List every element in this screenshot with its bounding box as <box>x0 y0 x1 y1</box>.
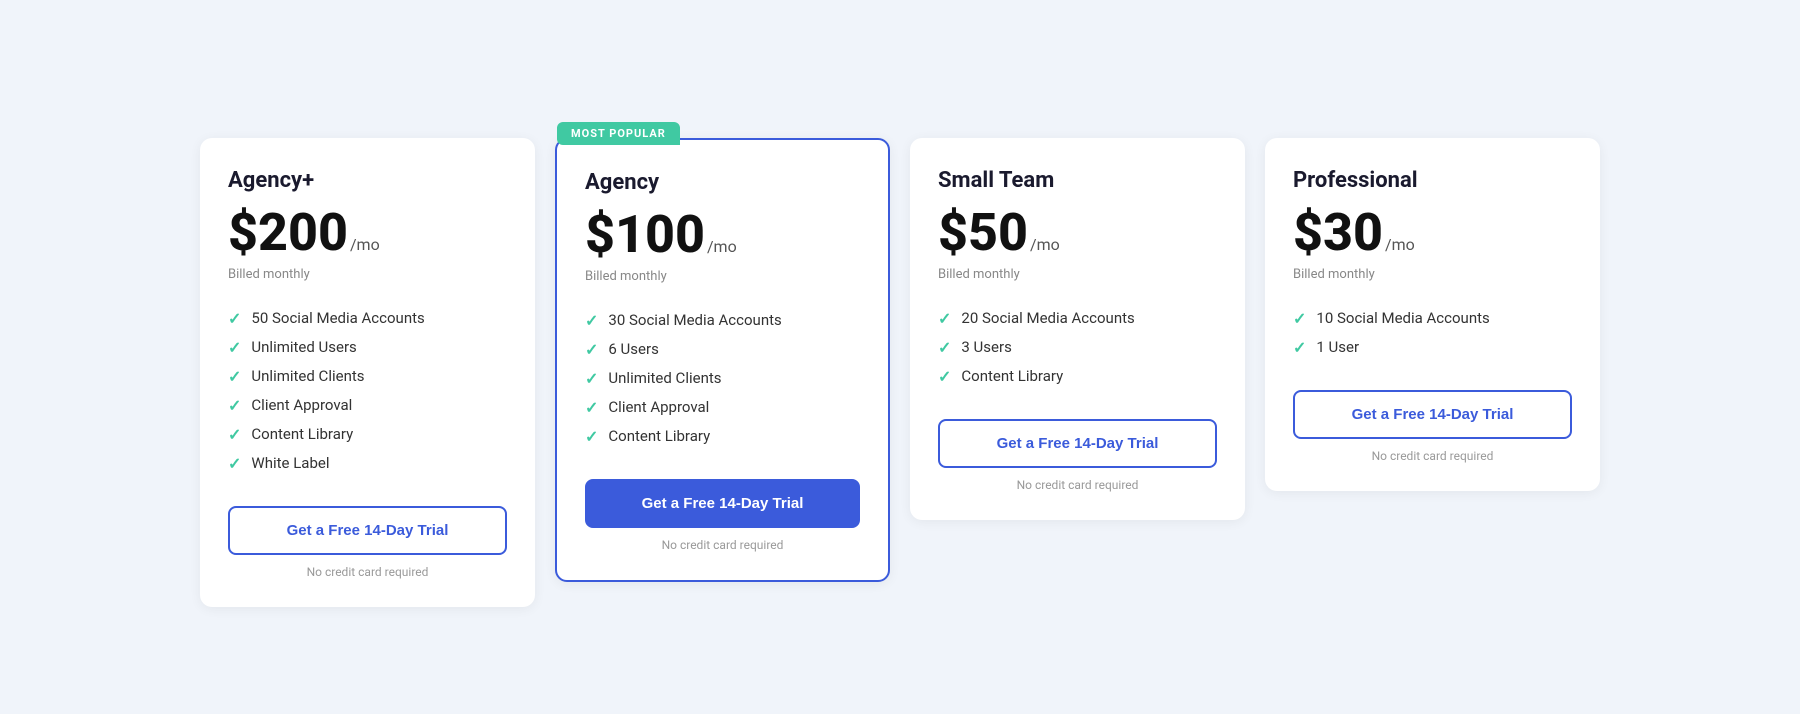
price-per: /mo <box>350 235 380 254</box>
plan-card-small-team: Small Team $50 /mo Billed monthly ✓ 20 S… <box>910 138 1245 520</box>
check-icon: ✓ <box>585 311 598 330</box>
check-icon: ✓ <box>938 309 951 328</box>
no-cc-text: No credit card required <box>585 538 860 552</box>
trial-button[interactable]: Get a Free 14-Day Trial <box>585 479 860 528</box>
no-cc-text: No credit card required <box>228 565 507 579</box>
billed-note: Billed monthly <box>938 267 1217 282</box>
check-icon: ✓ <box>228 425 241 444</box>
plan-name: Professional <box>1293 168 1572 193</box>
plan-card-professional: Professional $30 /mo Billed monthly ✓ 10… <box>1265 138 1600 491</box>
plan-name: Agency+ <box>228 168 507 193</box>
feature-text: 50 Social Media Accounts <box>251 309 424 327</box>
feature-text: 1 User <box>1316 338 1359 356</box>
price-row: $50 /mo <box>938 207 1217 259</box>
trial-button[interactable]: Get a Free 14-Day Trial <box>938 419 1217 468</box>
feature-text: White Label <box>251 454 329 472</box>
price-amount: $50 <box>938 207 1028 259</box>
plan-card-agency: MOST POPULAR Agency $100 /mo Billed mont… <box>555 138 890 582</box>
price-amount: $100 <box>585 209 705 261</box>
price-per: /mo <box>1030 235 1060 254</box>
billed-note: Billed monthly <box>1293 267 1572 282</box>
feature-text: Unlimited Clients <box>608 369 721 387</box>
feature-text: Unlimited Clients <box>251 367 364 385</box>
feature-item: ✓ Content Library <box>585 422 860 451</box>
feature-item: ✓ 3 Users <box>938 333 1217 362</box>
check-icon: ✓ <box>585 398 598 417</box>
check-icon: ✓ <box>228 454 241 473</box>
feature-text: Client Approval <box>608 398 709 416</box>
feature-item: ✓ Content Library <box>938 362 1217 391</box>
price-amount: $200 <box>228 207 348 259</box>
price-row: $100 /mo <box>585 209 860 261</box>
feature-text: 20 Social Media Accounts <box>961 309 1134 327</box>
check-icon: ✓ <box>228 367 241 386</box>
trial-button[interactable]: Get a Free 14-Day Trial <box>228 506 507 555</box>
feature-text: Content Library <box>251 425 353 443</box>
plan-name: Small Team <box>938 168 1217 193</box>
price-row: $200 /mo <box>228 207 507 259</box>
no-cc-text: No credit card required <box>938 478 1217 492</box>
no-cc-text: No credit card required <box>1293 449 1572 463</box>
check-icon: ✓ <box>228 309 241 328</box>
most-popular-badge: MOST POPULAR <box>557 122 680 145</box>
feature-item: ✓ 10 Social Media Accounts <box>1293 304 1572 333</box>
price-per: /mo <box>1385 235 1415 254</box>
feature-text: Content Library <box>961 367 1063 385</box>
check-icon: ✓ <box>1293 338 1306 357</box>
features-list: ✓ 10 Social Media Accounts ✓ 1 User <box>1293 304 1572 362</box>
feature-item: ✓ Unlimited Clients <box>585 364 860 393</box>
feature-text: 30 Social Media Accounts <box>608 311 781 329</box>
feature-text: Content Library <box>608 427 710 445</box>
feature-text: 10 Social Media Accounts <box>1316 309 1489 327</box>
feature-item: ✓ 6 Users <box>585 335 860 364</box>
feature-text: Client Approval <box>251 396 352 414</box>
price-row: $30 /mo <box>1293 207 1572 259</box>
feature-text: 6 Users <box>608 340 658 358</box>
check-icon: ✓ <box>228 396 241 415</box>
plan-card-agency-plus: Agency+ $200 /mo Billed monthly ✓ 50 Soc… <box>200 138 535 607</box>
feature-item: ✓ Unlimited Clients <box>228 362 507 391</box>
check-icon: ✓ <box>585 427 598 446</box>
trial-button[interactable]: Get a Free 14-Day Trial <box>1293 390 1572 439</box>
check-icon: ✓ <box>228 338 241 357</box>
price-per: /mo <box>707 237 737 256</box>
features-list: ✓ 50 Social Media Accounts ✓ Unlimited U… <box>228 304 507 478</box>
feature-text: 3 Users <box>961 338 1011 356</box>
price-amount: $30 <box>1293 207 1383 259</box>
feature-item: ✓ 1 User <box>1293 333 1572 362</box>
features-list: ✓ 30 Social Media Accounts ✓ 6 Users ✓ U… <box>585 306 860 451</box>
feature-item: ✓ Client Approval <box>228 391 507 420</box>
check-icon: ✓ <box>1293 309 1306 328</box>
feature-item: ✓ Content Library <box>228 420 507 449</box>
feature-item: ✓ Client Approval <box>585 393 860 422</box>
check-icon: ✓ <box>585 340 598 359</box>
pricing-grid: Agency+ $200 /mo Billed monthly ✓ 50 Soc… <box>200 108 1600 607</box>
check-icon: ✓ <box>938 338 951 357</box>
feature-item: ✓ 50 Social Media Accounts <box>228 304 507 333</box>
check-icon: ✓ <box>585 369 598 388</box>
billed-note: Billed monthly <box>228 267 507 282</box>
feature-item: ✓ 20 Social Media Accounts <box>938 304 1217 333</box>
feature-text: Unlimited Users <box>251 338 356 356</box>
plan-name: Agency <box>585 170 860 195</box>
feature-item: ✓ White Label <box>228 449 507 478</box>
feature-item: ✓ 30 Social Media Accounts <box>585 306 860 335</box>
billed-note: Billed monthly <box>585 269 860 284</box>
check-icon: ✓ <box>938 367 951 386</box>
feature-item: ✓ Unlimited Users <box>228 333 507 362</box>
features-list: ✓ 20 Social Media Accounts ✓ 3 Users ✓ C… <box>938 304 1217 391</box>
